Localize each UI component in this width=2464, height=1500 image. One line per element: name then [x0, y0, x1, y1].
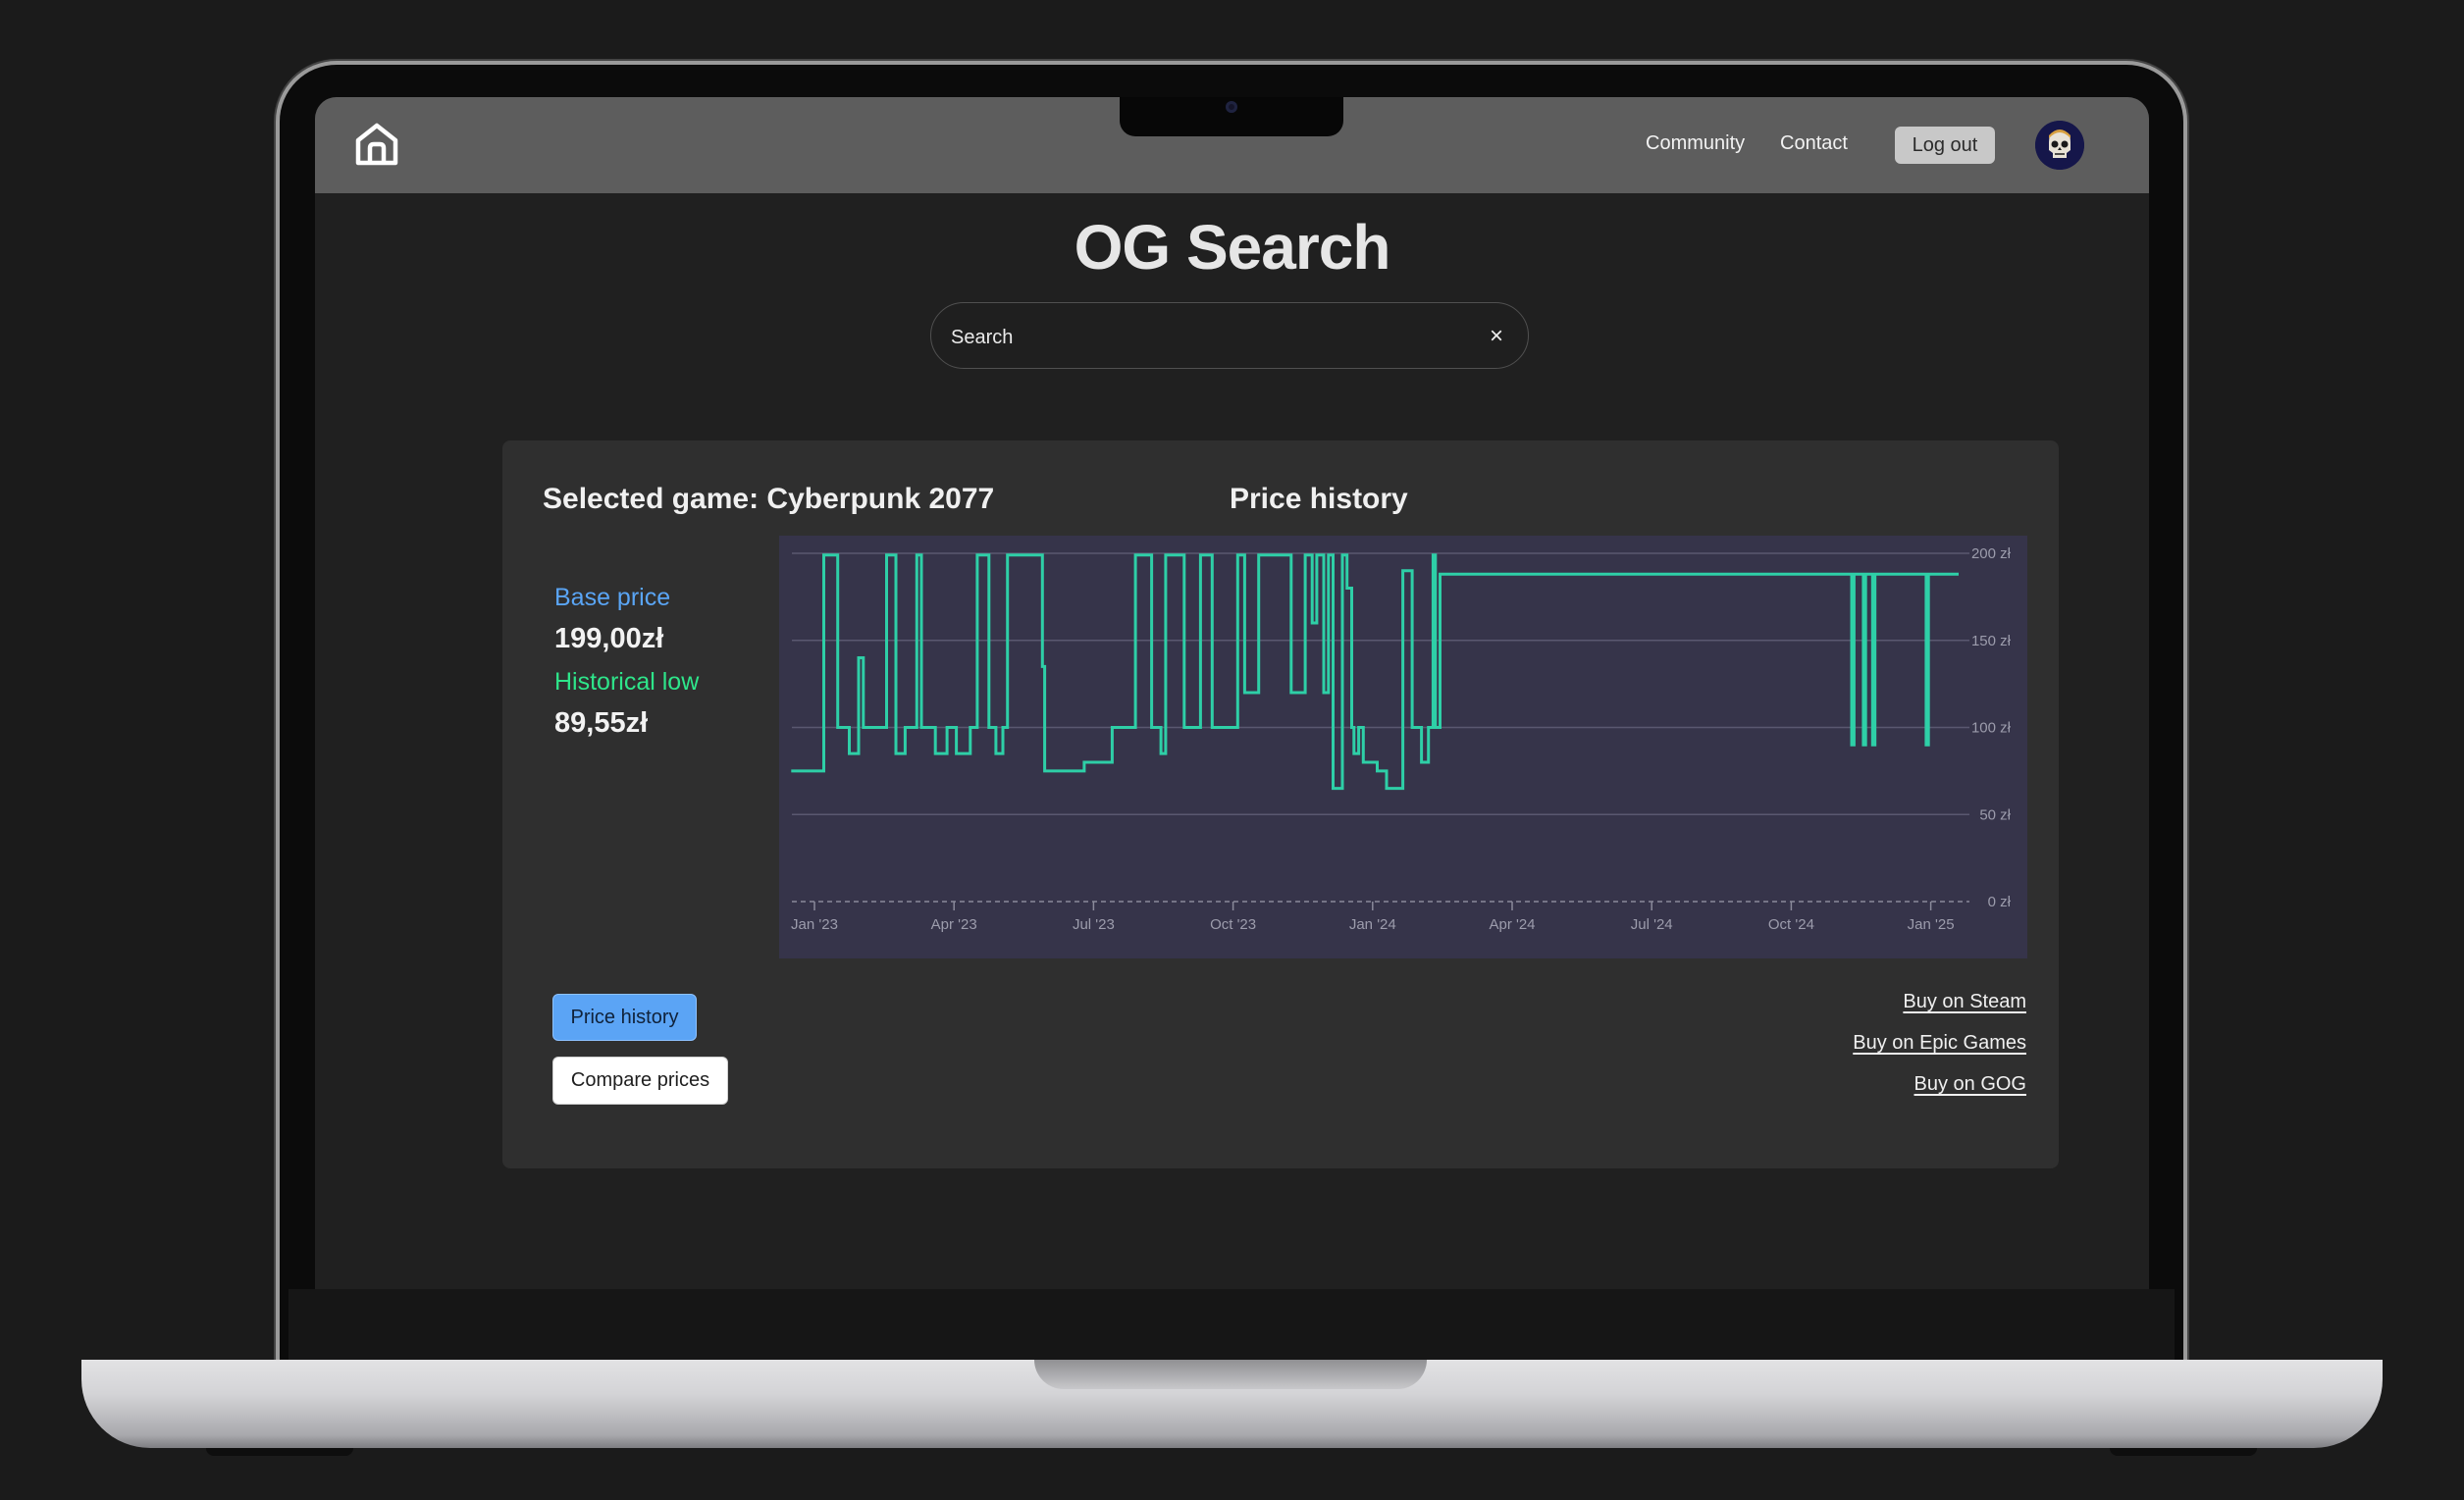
avatar[interactable]: [2035, 121, 2084, 170]
base-price-value: 199,00zł: [554, 623, 664, 654]
nav-link-community[interactable]: Community: [1646, 132, 1745, 155]
x-tick-label: Jan '24: [1349, 916, 1396, 933]
price-history-chart: 0 zł 50 zł 100 zł 150 zł 200 zł Jan '23 Apr '2…: [779, 536, 2027, 958]
page-title: OG Search: [1074, 212, 1391, 283]
y-tick-label: 50 zł: [1979, 806, 2011, 823]
x-tick-label: Apr '24: [1489, 916, 1535, 933]
price-history-button[interactable]: Price history: [552, 994, 697, 1041]
x-tick-label: Oct '23: [1210, 916, 1256, 933]
y-tick-label: 200 zł: [1971, 545, 2012, 562]
search-box[interactable]: ×: [930, 302, 1529, 369]
game-card: Selected game: Cyberpunk 2077 Price hist…: [502, 440, 2059, 1168]
buy-on-gog-link[interactable]: Buy on GOG: [1914, 1073, 2027, 1096]
x-tick-label: Jan '23: [791, 916, 838, 933]
laptop-base-notch: [1034, 1360, 1427, 1389]
skull-avatar-icon: [2035, 121, 2084, 170]
laptop-bezel: [288, 1289, 2175, 1362]
y-tick-label: 150 zł: [1971, 633, 2012, 649]
buy-on-steam-link[interactable]: Buy on Steam: [1903, 991, 2026, 1013]
home-icon[interactable]: [354, 122, 399, 167]
laptop-foot-right: [2110, 1448, 2257, 1456]
price-history-chart-svg: 0 zł 50 zł 100 zł 150 zł 200 zł Jan '23 Apr '2…: [779, 536, 2027, 958]
search-input[interactable]: [949, 323, 1463, 352]
camera-icon: [1226, 101, 1237, 113]
y-tick-label: 0 zł: [1988, 894, 2012, 910]
compare-prices-button[interactable]: Compare prices: [552, 1057, 728, 1105]
logout-button[interactable]: Log out: [1895, 127, 1995, 164]
x-tick-label: Jan '25: [1908, 916, 1955, 933]
laptop-foot-left: [206, 1448, 353, 1456]
historical-low-value: 89,55zł: [554, 707, 649, 739]
nav-link-contact[interactable]: Contact: [1780, 132, 1848, 155]
x-tick-label: Jul '23: [1073, 916, 1115, 933]
historical-low-label: Historical low: [554, 668, 700, 696]
x-tick-label: Apr '23: [931, 916, 977, 933]
y-tick-label: 100 zł: [1971, 720, 2012, 737]
x-tick-label: Oct '24: [1768, 916, 1814, 933]
base-price-label: Base price: [554, 584, 671, 611]
x-tick-label: Jul '24: [1631, 916, 1673, 933]
selected-game-title: Selected game: Cyberpunk 2077: [543, 483, 995, 515]
chart-title: Price history: [1230, 483, 1408, 515]
screen: Community Contact Log out OG Search × Se…: [315, 97, 2149, 1289]
clear-search-icon[interactable]: ×: [1483, 323, 1510, 350]
buy-on-epic-games-link[interactable]: Buy on Epic Games: [1853, 1032, 2026, 1055]
